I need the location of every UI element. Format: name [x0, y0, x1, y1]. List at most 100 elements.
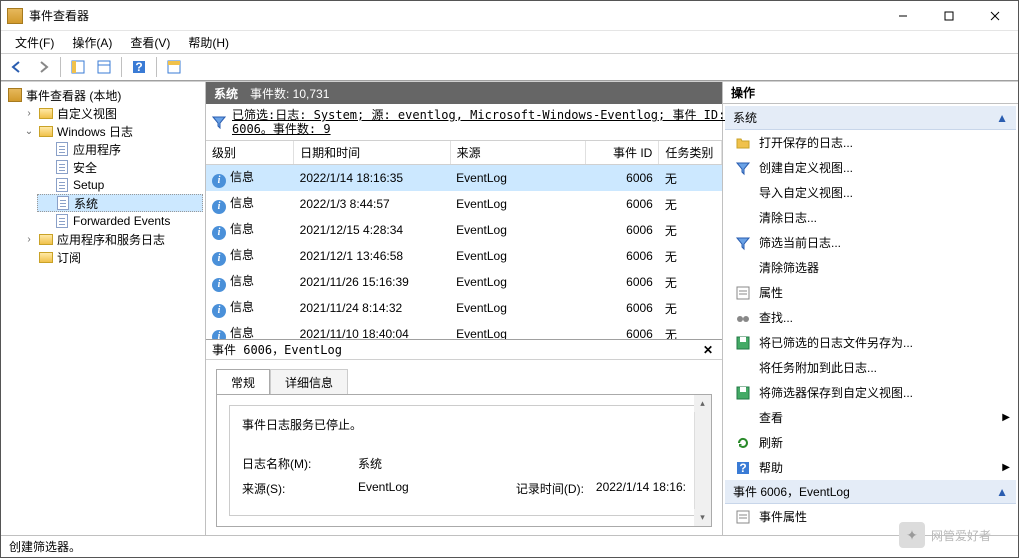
back-button[interactable]: [5, 56, 29, 78]
funnel-icon: [735, 160, 751, 176]
submenu-arrow-icon: ▶: [1002, 412, 1010, 423]
center-header: 系统 事件数: 10,731: [206, 82, 722, 104]
info-icon: i: [212, 174, 226, 188]
event-detail-pane: 事件 6006，EventLog ✕ 常规 详细信息 事件日志服务已停止。 日志…: [206, 339, 722, 535]
svg-text:?: ?: [739, 461, 746, 475]
table-row[interactable]: i信息2021/12/1 13:46:58EventLog6006无: [206, 243, 722, 269]
tree-app[interactable]: 应用程序: [37, 140, 203, 158]
center-pane: 系统 事件数: 10,731 已筛选:日志: System; 源: eventl…: [206, 82, 723, 535]
filter-summary: 已筛选:日志: System; 源: eventlog, Microsoft-W…: [206, 104, 722, 141]
collapse-icon: ▲: [996, 111, 1008, 125]
properties-icon: [735, 509, 751, 525]
blank-icon: [735, 185, 751, 201]
scroll-down-icon[interactable]: ▾: [694, 509, 711, 526]
menu-view[interactable]: 查看(V): [122, 32, 178, 53]
table-row[interactable]: i信息2021/11/10 18:40:04EventLog6006无: [206, 321, 722, 339]
info-icon: i: [212, 278, 226, 292]
tree-windows-logs[interactable]: ⌄Windows 日志: [21, 122, 203, 140]
action-filter-current-log[interactable]: 筛选当前日志...: [725, 230, 1016, 255]
source-key: 来源(S):: [242, 480, 332, 497]
table-row[interactable]: i信息2022/1/14 18:16:35EventLog6006无: [206, 165, 722, 192]
status-text: 创建筛选器。: [9, 538, 81, 555]
scroll-up-icon[interactable]: ▴: [694, 395, 711, 412]
funnel-icon: [212, 114, 226, 130]
center-event-count: 事件数: 10,731: [250, 85, 329, 102]
table-row[interactable]: i信息2022/1/3 8:44:57EventLog6006无: [206, 191, 722, 217]
table-row[interactable]: i信息2021/12/15 4:28:34EventLog6006无: [206, 217, 722, 243]
status-bar: 创建筛选器。: [1, 535, 1018, 557]
tree-forwarded[interactable]: Forwarded Events: [37, 212, 203, 230]
maximize-button[interactable]: [926, 1, 972, 31]
tree-root[interactable]: 事件查看器 (本地): [5, 86, 203, 104]
svg-text:?: ?: [135, 60, 142, 74]
action-help[interactable]: ?帮助▶: [725, 455, 1016, 480]
menu-help[interactable]: 帮助(H): [180, 32, 237, 53]
detail-close-button[interactable]: ✕: [700, 343, 716, 357]
action-find[interactable]: 查找...: [725, 305, 1016, 330]
action-attach-task[interactable]: 将任务附加到此日志...: [725, 355, 1016, 380]
logname-value: 系统: [358, 455, 382, 472]
table-header-row: 级别 日期和时间 来源 事件 ID 任务类别: [206, 141, 722, 165]
menu-file[interactable]: 文件(F): [7, 32, 62, 53]
tree-pane[interactable]: 事件查看器 (本地) ›自定义视图 ⌄Windows 日志 应用程序 安全 Se…: [1, 82, 206, 535]
title-bar: 事件查看器: [1, 1, 1018, 31]
tab-details[interactable]: 详细信息: [270, 369, 348, 395]
center-log-name: 系统: [214, 85, 238, 102]
action-clear-filter[interactable]: 清除筛选器: [725, 255, 1016, 280]
help-button[interactable]: ?: [127, 56, 151, 78]
action-properties[interactable]: 属性: [725, 280, 1016, 305]
detail-tabs: 常规 详细信息: [206, 360, 722, 394]
info-icon: i: [212, 330, 226, 339]
menu-bar: 文件(F) 操作(A) 查看(V) 帮助(H): [1, 31, 1018, 53]
table-row[interactable]: i信息2021/11/24 8:14:32EventLog6006无: [206, 295, 722, 321]
funnel-icon: [735, 235, 751, 251]
action-open-saved-log[interactable]: 打开保存的日志...: [725, 130, 1016, 155]
window-title: 事件查看器: [29, 7, 880, 24]
actions-group-event[interactable]: 事件 6006，EventLog▲: [725, 480, 1016, 504]
table-row[interactable]: i信息2021/11/26 15:16:39EventLog6006无: [206, 269, 722, 295]
action-save-filter-as-custom-view[interactable]: 将筛选器保存到自定义视图...: [725, 380, 1016, 405]
detail-message: 事件日志服务已停止。: [242, 416, 686, 433]
forward-button[interactable]: [31, 56, 55, 78]
action-view[interactable]: 查看▶: [725, 405, 1016, 430]
action-clear-log[interactable]: 清除日志...: [725, 205, 1016, 230]
actions-pane: 操作 系统▲ 打开保存的日志... 创建自定义视图... 导入自定义视图... …: [723, 82, 1018, 535]
panes-button[interactable]: [92, 56, 116, 78]
col-source[interactable]: 来源: [450, 141, 586, 165]
tree-system[interactable]: 系统: [37, 194, 203, 212]
detail-title: 事件 6006，EventLog: [212, 341, 700, 358]
info-icon: i: [212, 226, 226, 240]
action-save-filtered-as[interactable]: 将已筛选的日志文件另存为...: [725, 330, 1016, 355]
preview-button[interactable]: [162, 56, 186, 78]
tree-custom-views[interactable]: ›自定义视图: [21, 104, 203, 122]
action-import-custom-view[interactable]: 导入自定义视图...: [725, 180, 1016, 205]
source-value: EventLog: [358, 480, 409, 497]
close-button[interactable]: [972, 1, 1018, 31]
action-event-properties[interactable]: 事件属性: [725, 504, 1016, 529]
col-level[interactable]: 级别: [206, 141, 294, 165]
tree-setup[interactable]: Setup: [37, 176, 203, 194]
info-icon: i: [212, 200, 226, 214]
tree-root-label: 事件查看器 (本地): [26, 87, 121, 104]
detail-scrollbar[interactable]: [694, 395, 711, 526]
recorded-key: 记录时间(D):: [516, 480, 584, 497]
menu-action[interactable]: 操作(A): [64, 32, 120, 53]
actions-group-system[interactable]: 系统▲: [725, 106, 1016, 130]
tab-general[interactable]: 常规: [216, 369, 270, 395]
show-tree-button[interactable]: [66, 56, 90, 78]
action-refresh[interactable]: 刷新: [725, 430, 1016, 455]
tree-subscriptions[interactable]: 订阅: [21, 248, 203, 266]
col-datetime[interactable]: 日期和时间: [294, 141, 451, 165]
action-create-custom-view[interactable]: 创建自定义视图...: [725, 155, 1016, 180]
event-table-wrap[interactable]: 级别 日期和时间 来源 事件 ID 任务类别 i信息2022/1/14 18:1…: [206, 141, 722, 339]
col-eventid[interactable]: 事件 ID: [586, 141, 659, 165]
tree-app-service[interactable]: ›应用程序和服务日志: [21, 230, 203, 248]
info-icon: i: [212, 252, 226, 266]
info-icon: i: [212, 304, 226, 318]
col-taskcat[interactable]: 任务类别: [659, 141, 722, 165]
minimize-button[interactable]: [880, 1, 926, 31]
properties-icon: [735, 285, 751, 301]
blank-icon: [735, 410, 751, 426]
tree-security[interactable]: 安全: [37, 158, 203, 176]
folder-open-icon: [735, 135, 751, 151]
